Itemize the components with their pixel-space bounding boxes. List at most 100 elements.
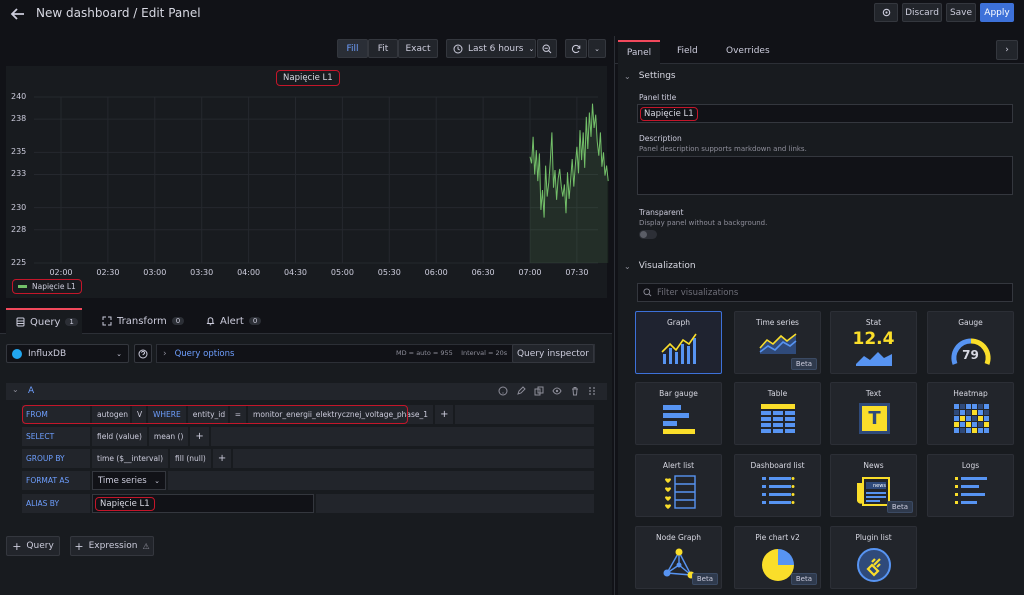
viz-card-stat[interactable]: Stat 12.4 <box>830 311 917 374</box>
tab-count: 1 <box>65 318 78 326</box>
viz-card-plugin-list[interactable]: Plugin list <box>830 526 917 589</box>
heatmap-cell <box>959 416 965 421</box>
x-tick-label: 02:30 <box>96 268 120 277</box>
select-field-segment[interactable]: field (value) <box>92 427 147 446</box>
select-mean-segment[interactable]: mean () <box>148 427 189 446</box>
add-expression-label: Expression <box>88 541 138 551</box>
description-help: Panel description supports markdown and … <box>639 145 807 153</box>
heatmap-cell <box>971 428 977 433</box>
datasource-picker[interactable]: InfluxDB ⌄ <box>6 344 129 363</box>
viz-card-label: Gauge <box>958 318 983 327</box>
beta-badge: Beta <box>790 358 817 370</box>
query-ref-id[interactable]: A <box>28 386 34 396</box>
tab-panel-label: Panel <box>626 48 652 58</box>
heatmap-cell <box>977 422 983 427</box>
viz-card-label: Plugin list <box>855 533 892 542</box>
heatmap-cell <box>965 428 971 433</box>
warning-icon: ⚠ <box>142 541 150 551</box>
viz-card-label: Text <box>865 389 882 398</box>
add-group-button[interactable]: + <box>212 449 232 468</box>
query-inspector-button[interactable]: Query inspector <box>512 344 594 363</box>
tab-query[interactable]: Query 1 <box>6 308 82 334</box>
help-icon[interactable] <box>498 386 508 396</box>
viz-card-table[interactable]: Table <box>734 382 821 445</box>
heatmap-cell <box>965 404 971 409</box>
heatmap-cell <box>983 404 989 409</box>
heatmap-cell <box>977 404 983 409</box>
viz-card-label: Stat <box>865 318 882 327</box>
eye-icon[interactable] <box>552 386 562 396</box>
viz-card-dashboard-list[interactable]: Dashboard list <box>734 454 821 517</box>
y-tick-label: 240 <box>11 92 27 101</box>
legend-label: Napięcie L1 <box>32 282 76 291</box>
viz-card-heatmap[interactable]: Heatmap <box>927 382 1014 445</box>
y-tick-label: 230 <box>11 202 27 212</box>
heatmap-cell <box>971 404 977 409</box>
legend-swatch <box>18 285 27 288</box>
datasource-help-button[interactable] <box>134 344 152 363</box>
tab-transform[interactable]: Transform 0 <box>102 308 185 334</box>
visualization-section-toggle[interactable]: ⌄ Visualization <box>624 261 696 271</box>
transparent-toggle[interactable] <box>639 230 657 239</box>
add-expression-button[interactable]: + Expression ⚠ <box>70 536 154 556</box>
viz-card-graph[interactable]: Graph <box>635 311 722 374</box>
filter-visualizations-input[interactable]: Filter visualizations <box>637 283 1013 302</box>
viz-card-bar-gauge[interactable]: Bar gauge <box>635 382 722 445</box>
viz-card-pie-chart[interactable]: Pie chart v2 Beta <box>734 526 821 589</box>
viz-card-logs[interactable]: Logs <box>927 454 1014 517</box>
query-select-row: SELECT field (value) mean () + <box>22 427 594 446</box>
collapse-chevron-icon[interactable]: ⌄ <box>12 385 19 394</box>
viz-card-gauge[interactable]: Gauge 79 <box>927 311 1014 374</box>
x-tick-label: 03:30 <box>190 268 214 277</box>
tab-overrides[interactable]: Overrides <box>726 46 770 56</box>
plus-icon: + <box>12 539 22 553</box>
heatmap-cell <box>953 404 959 409</box>
trash-icon[interactable] <box>570 386 580 396</box>
viz-card-label: Graph <box>666 318 690 327</box>
alias-input[interactable]: Napięcie L1 <box>92 494 314 513</box>
edit-icon[interactable] <box>516 386 526 396</box>
add-select-button[interactable]: + <box>190 427 209 446</box>
group-fill-segment[interactable]: fill (null) <box>170 449 211 468</box>
group-time-segment[interactable]: time ($__interval) <box>92 449 169 468</box>
beta-badge: Beta <box>886 501 913 513</box>
tab-alert[interactable]: Alert 0 <box>206 308 262 334</box>
panel-title-label: Panel title <box>639 93 677 102</box>
discard-button[interactable]: Discard <box>902 3 942 22</box>
description-label: Description <box>639 134 682 143</box>
settings-section-toggle[interactable]: ⌄ Settings <box>624 71 676 81</box>
heatmap-cell <box>953 428 959 433</box>
viz-card-label: Bar gauge <box>659 389 698 398</box>
settings-button[interactable] <box>874 3 898 22</box>
format-select[interactable]: Time series ⌄ <box>92 471 166 490</box>
viz-card-news[interactable]: News news Beta <box>830 454 917 517</box>
viz-card-time-series[interactable]: Time series Beta <box>734 311 821 374</box>
heatmap-viz-icon <box>953 404 989 433</box>
tab-panel[interactable]: Panel <box>618 40 660 64</box>
add-where-button[interactable]: + <box>435 405 454 424</box>
tab-count: 0 <box>171 317 185 325</box>
text-viz-icon: T <box>859 403 890 434</box>
tab-field[interactable]: Field <box>677 46 698 56</box>
x-tick-label: 04:30 <box>283 268 308 277</box>
apply-button[interactable]: Apply <box>980 3 1014 22</box>
viz-card-node-graph[interactable]: Node Graph Beta <box>635 526 722 589</box>
graph-viz-icon <box>660 333 697 364</box>
viz-card-label: Pie chart v2 <box>755 533 800 542</box>
x-tick-label: 05:00 <box>330 268 354 277</box>
tab-overrides-label: Overrides <box>726 46 770 56</box>
query-row-filler <box>455 405 594 424</box>
legend[interactable]: Napięcie L1 <box>12 279 82 294</box>
collapse-pane-button[interactable]: › <box>996 40 1018 60</box>
duplicate-icon[interactable] <box>534 386 544 396</box>
save-button[interactable]: Save <box>946 3 976 22</box>
heatmap-cell <box>983 422 989 427</box>
description-textarea[interactable] <box>637 156 1013 195</box>
panel-title-input[interactable]: Napięcie L1 <box>637 104 1013 123</box>
viz-card-text[interactable]: Text T <box>830 382 917 445</box>
add-query-button[interactable]: + Query <box>6 536 60 556</box>
beta-badge: Beta <box>790 573 817 585</box>
viz-card-alert-list[interactable]: Alert list <box>635 454 722 517</box>
query-format-row: FORMAT AS Time series ⌄ <box>22 471 594 490</box>
drag-handle-icon[interactable] <box>588 386 596 396</box>
